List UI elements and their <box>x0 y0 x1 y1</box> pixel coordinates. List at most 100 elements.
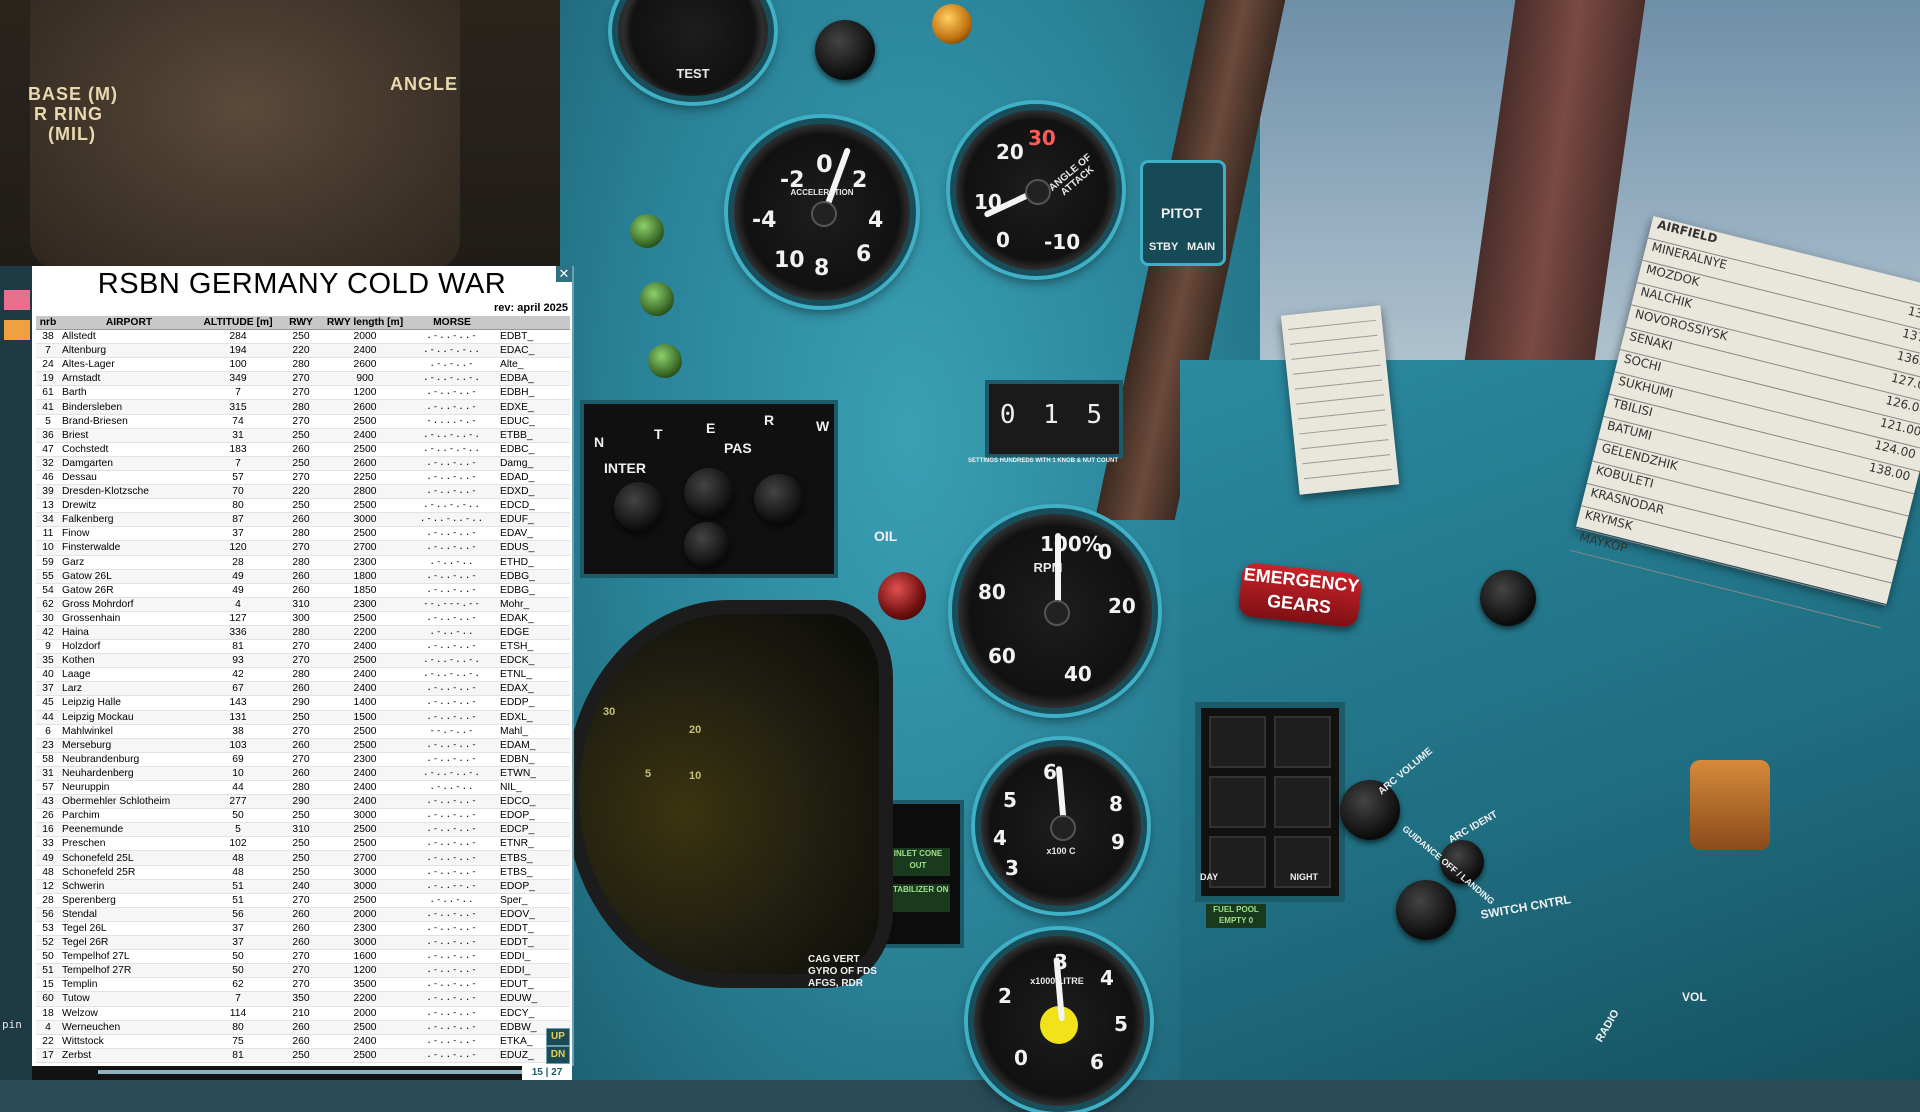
row-morse: .-..-..-. <box>406 766 498 782</box>
row-airport: Kothen <box>60 653 198 669</box>
table-row: 54 Gatow 26R 49 260 1850 .-..-..- EDBG_ <box>36 583 570 598</box>
row-airport: Preschen <box>60 836 198 852</box>
row-altitude: 62 <box>198 977 278 993</box>
row-morse: .-..-..- <box>406 540 498 556</box>
row-altitude: 131 <box>198 710 278 725</box>
interior-knob[interactable] <box>614 482 664 532</box>
row-airport: Leipzig Mockau <box>60 710 198 725</box>
row-rwy-length: 2500 <box>324 653 406 669</box>
row-code: EDUF_ <box>498 512 570 528</box>
row-altitude: 87 <box>198 512 278 528</box>
sight-scope: 30 20 10 5 <box>565 600 893 988</box>
pas-label: PAS <box>724 440 752 456</box>
row-airport: Leipzig Halle <box>60 695 198 711</box>
scope-tick: 30 <box>603 706 616 718</box>
egt-gauge: 6 5 8 4 9 3 x100 C <box>975 740 1147 912</box>
right-rotary-knob[interactable] <box>1480 570 1536 626</box>
row-airport: Gatow 26R <box>60 583 198 598</box>
row-morse: .-..-..- <box>406 470 498 486</box>
row-nrb: 7 <box>36 343 60 359</box>
row-rwy: 260 <box>278 921 324 937</box>
row-airport: Altes-Lager <box>60 357 198 373</box>
table-row: 24 Altes-Lager 100 280 2600 .-.-..- Alte_ <box>36 357 570 373</box>
row-airport: Neuhardenberg <box>60 766 198 782</box>
row-morse: .-..-..-. <box>406 653 498 669</box>
row-morse: .-..-..- <box>406 1034 498 1049</box>
row-rwy-length: 3000 <box>324 935 406 951</box>
row-code: EDUC_ <box>498 414 570 429</box>
row-altitude: 4 <box>198 597 278 612</box>
table-row: 39 Dresden-Klotzsche 70 220 2800 .-..-..- EDXD… <box>36 484 570 500</box>
rpm-tick: 60 <box>988 644 1016 668</box>
table-row: 41 Bindersleben 315 280 2600 .-..-..- EDXE_ <box>36 399 570 415</box>
row-altitude: 100 <box>198 357 278 373</box>
row-morse: .-..-..- <box>406 865 498 880</box>
row-airport: Tegel 26L <box>60 921 198 937</box>
row-nrb: 57 <box>36 780 60 796</box>
row-rwy-length: 2000 <box>324 907 406 922</box>
row-nrb: 47 <box>36 442 60 457</box>
row-morse: .-..-..- <box>406 1048 498 1063</box>
col-header: RWY length [m] <box>324 316 406 330</box>
row-code: EDCD_ <box>498 498 570 514</box>
row-nrb: 30 <box>36 611 60 626</box>
row-rwy-length: 2600 <box>324 456 406 471</box>
pitot-switch[interactable]: PITOT STBY MAIN <box>1140 160 1226 266</box>
row-rwy: 310 <box>278 597 324 612</box>
row-rwy-length: 2500 <box>324 414 406 429</box>
side-tab-orange[interactable] <box>4 320 30 340</box>
egt-tick: 3 <box>1005 856 1019 880</box>
table-row: 19 Arnstadt 349 270 900 .-..-..-. EDBA_ <box>36 371 570 387</box>
interior-knob[interactable] <box>684 468 734 518</box>
row-code: EDCY_ <box>498 1006 570 1021</box>
page-up-button[interactable]: UP <box>546 1028 570 1046</box>
side-tab-pink[interactable] <box>4 290 30 310</box>
table-row: 15 Templin 62 270 3500 .-..-..- EDUT_ <box>36 977 570 993</box>
row-rwy-length: 2400 <box>324 780 406 796</box>
rotary-knob[interactable] <box>815 20 875 80</box>
table-row: 31 Neuhardenberg 10 260 2400 .-..-..-. ETWN_ <box>36 766 570 782</box>
row-rwy: 280 <box>278 555 324 570</box>
rpm-caption: RPM <box>1033 560 1063 575</box>
row-rwy-length: 2400 <box>324 1034 406 1049</box>
mil-label: (MIL) <box>48 124 96 144</box>
guidance-selector[interactable] <box>1396 880 1456 940</box>
egt-tick: 8 <box>1109 792 1123 816</box>
table-row: 57 Neuruppin 44 280 2400 .-..-.. NIL_ <box>36 780 570 796</box>
row-altitude: 7 <box>198 456 278 471</box>
row-code: ETWN_ <box>498 766 570 782</box>
row-rwy-length: 2400 <box>324 766 406 782</box>
row-altitude: 81 <box>198 1048 278 1063</box>
row-code: Damg_ <box>498 456 570 471</box>
table-row: 18 Welzow 114 210 2000 .-..-..- EDCY_ <box>36 1006 570 1021</box>
table-row: 28 Sperenberg 51 270 2500 .-..-.. Sper_ <box>36 893 570 908</box>
row-code: EDOP_ <box>498 808 570 824</box>
row-morse: .-..-.-.. <box>406 442 498 457</box>
row-altitude: 31 <box>198 428 278 443</box>
base-label: BASE (M) <box>28 84 118 104</box>
row-altitude: 93 <box>198 653 278 669</box>
table-row: 53 Tegel 26L 37 260 2300 .-..-..- EDDT_ <box>36 921 570 937</box>
panel-letter: W <box>816 418 830 434</box>
row-altitude: 50 <box>198 949 278 965</box>
horizontal-scrollbar[interactable] <box>98 1070 538 1074</box>
row-rwy-length: 2200 <box>324 991 406 1007</box>
row-rwy: 250 <box>278 1048 324 1063</box>
row-rwy: 260 <box>278 1034 324 1049</box>
page-down-button[interactable]: DN <box>546 1046 570 1064</box>
stby-label: STBY <box>1149 241 1179 253</box>
row-morse: .-..-..- <box>406 569 498 584</box>
counter-caption: SETTINGS HUNDREDS WITH 1 KNOB & NUT COUN… <box>968 458 1118 464</box>
row-morse: .-..-..- <box>406 907 498 922</box>
interior-knob[interactable] <box>684 522 730 568</box>
row-altitude: 37 <box>198 921 278 937</box>
row-nrb: 6 <box>36 724 60 739</box>
inlet-cone-lamp: INLET CONE OUT <box>886 848 950 876</box>
row-altitude: 70 <box>198 484 278 500</box>
egt-tick: 6 <box>1043 760 1057 784</box>
row-nrb: 13 <box>36 498 60 514</box>
row-nrb: 23 <box>36 738 60 753</box>
row-morse: .-..-..- <box>406 1006 498 1021</box>
row-rwy: 250 <box>278 428 324 443</box>
interior-knob[interactable] <box>754 474 804 524</box>
